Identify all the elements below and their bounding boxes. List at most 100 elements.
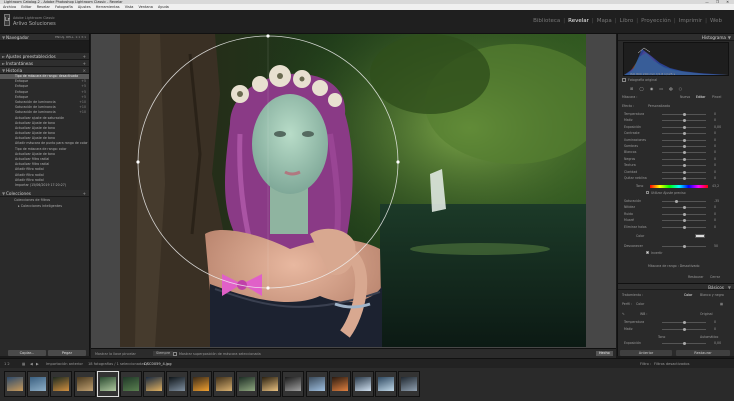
slider-thumb[interactable] xyxy=(682,225,686,229)
basic-header[interactable]: Básicos ▼ xyxy=(618,283,734,290)
fine-adjust-checkbox[interactable] xyxy=(646,191,649,194)
eyedropper-icon[interactable]: ✎ xyxy=(622,312,625,316)
module-revelar[interactable]: Revelar xyxy=(568,18,589,24)
add-preset-icon[interactable]: + xyxy=(82,53,86,60)
menu-ajustes[interactable]: Ajustes xyxy=(78,5,91,9)
hue-bar[interactable] xyxy=(650,185,708,188)
brush-icon[interactable]: ○ xyxy=(679,86,689,91)
navigator-preview[interactable] xyxy=(0,41,89,53)
menu-revelar[interactable]: Revelar xyxy=(37,5,50,9)
snapshots-header[interactable]: ► Instantáneas + xyxy=(0,60,89,67)
slider-value[interactable]: 0 xyxy=(714,170,716,174)
filmstrip-thumbnail[interactable] xyxy=(120,371,142,397)
menu-ventana[interactable]: Ventana xyxy=(139,5,153,9)
photo-canvas[interactable] xyxy=(120,34,586,347)
profile-browser-icon[interactable]: ▦ xyxy=(720,302,723,306)
slider-value[interactable]: -35 xyxy=(714,199,719,203)
add-collection-icon[interactable]: + xyxy=(82,190,86,197)
slider-thumb[interactable] xyxy=(682,342,686,345)
slider-value[interactable]: 0 xyxy=(714,225,716,229)
slider-value[interactable]: 0 xyxy=(714,218,716,222)
slider-value[interactable]: 50 xyxy=(714,244,718,248)
smart-collections-item[interactable]: ▸ Colecciones inteligentes xyxy=(0,203,89,209)
spot-removal-icon[interactable]: ◯ xyxy=(639,86,649,91)
slider-value[interactable]: 0,00 xyxy=(714,341,721,345)
filmstrip-thumbnail[interactable] xyxy=(4,371,26,397)
navigator-header[interactable]: ▼ Navegador ENCAJ. RELL. 1:1 3:1 xyxy=(0,34,89,41)
slider-thumb[interactable] xyxy=(682,219,686,223)
done-button[interactable]: Hecho xyxy=(596,351,613,356)
red-eye-icon[interactable]: ◉ xyxy=(650,86,660,91)
module-mapa[interactable]: Mapa xyxy=(597,18,612,24)
slider-thumb[interactable] xyxy=(682,113,686,116)
slider-thumb[interactable] xyxy=(682,164,686,168)
filmstrip-thumbnail[interactable] xyxy=(73,371,96,397)
slider-track[interactable] xyxy=(662,201,706,202)
invert-checkbox[interactable] xyxy=(646,251,649,254)
filmstrip-thumbnail[interactable] xyxy=(189,371,212,397)
original-checkbox[interactable] xyxy=(622,78,626,82)
paste-button[interactable]: Pegar xyxy=(48,350,86,356)
slider-value[interactable]: 0 xyxy=(714,131,716,135)
filmstrip-thumbnail[interactable] xyxy=(27,371,50,397)
slider-thumb[interactable] xyxy=(682,212,686,216)
slider-value[interactable]: 0 xyxy=(714,144,716,148)
previous-button[interactable]: Anterior xyxy=(620,350,672,356)
graduated-filter-icon[interactable]: ▭ xyxy=(659,86,669,91)
module-libro[interactable]: Libro xyxy=(620,18,634,24)
slider-value[interactable]: 0 xyxy=(714,150,716,154)
radial-filter-icon[interactable]: ◎ xyxy=(669,86,679,91)
filmstrip-thumbnail[interactable] xyxy=(375,371,398,397)
slider-value[interactable]: 0 xyxy=(714,163,716,167)
slider-value[interactable]: 0 xyxy=(714,205,716,209)
slider-thumb[interactable] xyxy=(682,138,686,142)
auto-tone-button[interactable]: Automático xyxy=(700,335,718,339)
filmstrip-thumbnail[interactable] xyxy=(143,371,166,397)
filmstrip-thumbnail[interactable] xyxy=(166,371,189,397)
range-mask-select[interactable]: Máscara de rango : Desactivado xyxy=(648,264,699,268)
clear-history-icon[interactable]: × xyxy=(82,67,86,74)
filmstrip-thumbnail[interactable] xyxy=(96,371,119,397)
slider-thumb[interactable] xyxy=(682,321,686,324)
slider-value[interactable]: 0 xyxy=(714,118,716,122)
slider-thumb[interactable] xyxy=(682,245,686,248)
mask-brush-button[interactable]: Pincel xyxy=(712,95,721,99)
show-pins-select[interactable]: Siempre xyxy=(153,351,174,356)
module-biblioteca[interactable]: Biblioteca xyxy=(533,18,560,24)
slider-thumb[interactable] xyxy=(682,132,686,136)
menu-herramientas[interactable]: Herramientas xyxy=(96,5,120,9)
filmstrip-thumbnail[interactable] xyxy=(398,371,421,397)
slider-value[interactable]: 0 xyxy=(714,138,716,142)
slider-value[interactable]: 0 xyxy=(714,212,716,216)
mask-edit-button[interactable]: Editar xyxy=(696,95,705,99)
slider-thumb[interactable] xyxy=(674,200,678,203)
history-header[interactable]: ▼ Historia × xyxy=(0,67,89,74)
slider-thumb[interactable] xyxy=(682,328,686,331)
copy-button[interactable]: Copiar... xyxy=(8,350,46,356)
navigator-zoom-options[interactable]: ENCAJ. RELL. 1:1 3:1 xyxy=(55,34,86,41)
histogram-header[interactable]: Histograma ▼ xyxy=(618,34,734,41)
filmstrip-thumbnail[interactable] xyxy=(328,371,351,397)
slider-value[interactable]: 0,00 xyxy=(714,125,721,129)
hue-value[interactable]: 43,2 xyxy=(712,184,719,188)
slider-value[interactable]: 0 xyxy=(714,157,716,161)
slider-value[interactable]: 0 xyxy=(714,327,716,331)
filmstrip-thumbnail[interactable] xyxy=(305,371,328,397)
filmstrip-thumbnail[interactable] xyxy=(352,371,374,397)
filmstrip-thumbnail[interactable] xyxy=(212,371,235,397)
crop-icon[interactable]: ⊞ xyxy=(630,86,639,91)
close-local-button[interactable]: Cerrar xyxy=(710,275,720,279)
slider-thumb[interactable] xyxy=(682,170,686,174)
slider-value[interactable]: 0 xyxy=(714,176,716,180)
module-proyeccion[interactable]: Proyección xyxy=(641,18,671,24)
slider-thumb[interactable] xyxy=(682,177,686,180)
menu-editar[interactable]: Editar xyxy=(21,5,31,9)
filmstrip-thumbnail[interactable] xyxy=(50,371,73,397)
add-snapshot-icon[interactable]: + xyxy=(82,60,86,67)
reset-local-button[interactable]: Restaurar xyxy=(688,275,704,279)
mask-new-button[interactable]: Nuevo xyxy=(680,95,690,99)
module-imprimir[interactable]: Imprimir xyxy=(679,18,702,24)
profile-select[interactable]: Color xyxy=(636,302,644,306)
treatment-color-button[interactable]: Color xyxy=(684,293,692,297)
menu-fotografia[interactable]: Fotografía xyxy=(55,5,73,9)
